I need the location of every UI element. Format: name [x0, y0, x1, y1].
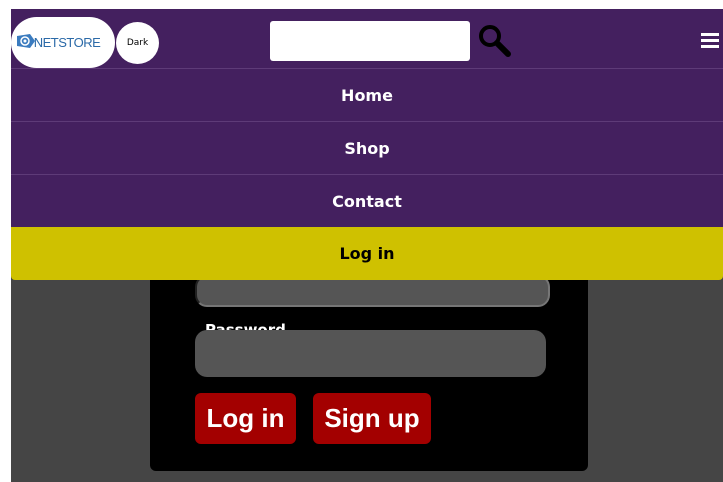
hamburger-menu-icon[interactable] [701, 33, 719, 48]
netstore-logo[interactable]: NETSTORE [11, 17, 115, 68]
top-navbar: NETSTORE Dark [11, 9, 723, 68]
signup-button[interactable]: Sign up [313, 393, 431, 444]
page-viewport: Password Log in Sign up NETSTORE Dark Ho… [11, 9, 723, 482]
menu-item-login[interactable]: Log in [11, 227, 723, 280]
dark-mode-toggle[interactable]: Dark [116, 22, 159, 64]
logo-at-icon [17, 34, 35, 48]
menu-item-shop[interactable]: Shop [11, 121, 723, 174]
menu-item-home[interactable]: Home [11, 68, 723, 121]
search-input[interactable] [270, 21, 470, 61]
nav-menu: Home Shop Contact Log in [11, 68, 723, 280]
password-field[interactable] [195, 330, 546, 377]
logo-text: NETSTORE [33, 35, 101, 50]
login-button[interactable]: Log in [195, 393, 296, 444]
search-icon[interactable] [477, 23, 511, 57]
menu-item-contact[interactable]: Contact [11, 174, 723, 227]
